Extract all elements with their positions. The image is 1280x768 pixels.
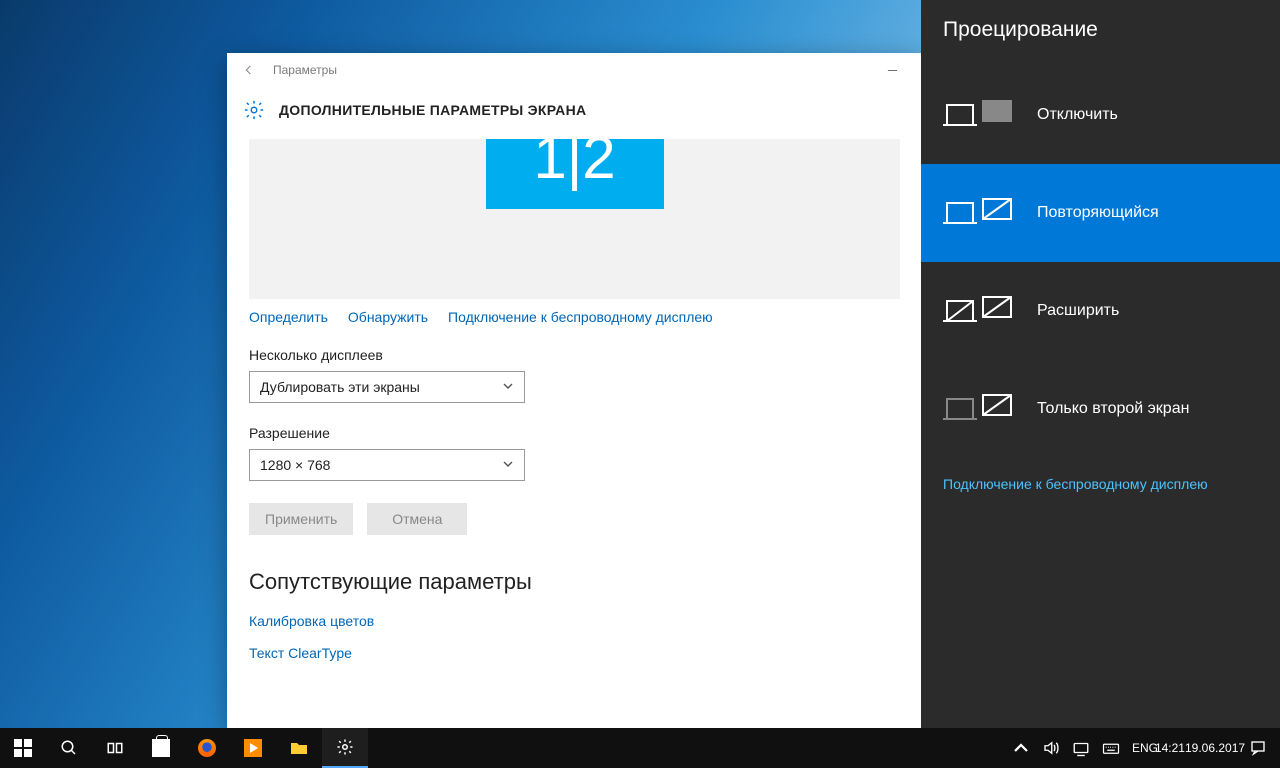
gear-icon xyxy=(243,99,265,121)
project-option-second-only[interactable]: Только второй экран xyxy=(921,360,1280,458)
action-center-icon[interactable] xyxy=(1236,728,1280,768)
file-explorer-app[interactable] xyxy=(276,728,322,768)
media-player-app[interactable] xyxy=(230,728,276,768)
apply-button[interactable]: Применить xyxy=(249,503,353,535)
tray-chevron-up-icon[interactable] xyxy=(1006,728,1036,768)
system-tray: ENG 14:21 19.06.2017 xyxy=(1006,728,1280,768)
firefox-icon xyxy=(198,739,216,757)
desktop: ∞ VIARUM Параметры ДОПОЛНИТЕЛЬНЫЕ ПАРАМЕ… xyxy=(0,0,1280,768)
multiple-displays-value: Дублировать эти экраны xyxy=(260,379,420,395)
firefox-app[interactable] xyxy=(184,728,230,768)
project-option-disconnect[interactable]: Отключить xyxy=(921,66,1280,164)
related-links: Калибровка цветов Текст ClearType xyxy=(249,613,900,661)
store-app[interactable] xyxy=(138,728,184,768)
cleartype-link[interactable]: Текст ClearType xyxy=(249,645,900,661)
resolution-label: Разрешение xyxy=(249,425,900,441)
titlebar: Параметры xyxy=(227,53,922,87)
multiple-displays-label: Несколько дисплеев xyxy=(249,347,900,363)
taskbar: ENG 14:21 19.06.2017 xyxy=(0,728,1280,768)
page-header: ДОПОЛНИТЕЛЬНЫЕ ПАРАМЕТРЫ ЭКРАНА xyxy=(227,87,922,139)
settings-app[interactable] xyxy=(322,728,368,768)
project-title: Проецирование xyxy=(921,0,1280,66)
display-action-links: Определить Обнаружить Подключение к бесп… xyxy=(249,309,900,325)
start-button[interactable] xyxy=(0,728,46,768)
task-view-button[interactable] xyxy=(92,728,138,768)
network-icon[interactable] xyxy=(1066,728,1096,768)
project-option-extend[interactable]: Расширить xyxy=(921,262,1280,360)
media-player-icon xyxy=(244,739,262,757)
search-button[interactable] xyxy=(46,728,92,768)
keyboard-icon[interactable] xyxy=(1096,728,1126,768)
back-button[interactable] xyxy=(235,56,263,84)
settings-window: Параметры ДОПОЛНИТЕЛЬНЫЕ ПАРАМЕТРЫ ЭКРАН… xyxy=(227,53,922,729)
resolution-value: 1280 × 768 xyxy=(260,457,330,473)
folder-icon xyxy=(290,739,308,757)
second-screen-only-icon xyxy=(943,385,1015,433)
detect-link[interactable]: Обнаружить xyxy=(348,309,428,325)
identify-link[interactable]: Определить xyxy=(249,309,328,325)
project-option-label: Расширить xyxy=(1037,302,1119,320)
page-title: ДОПОЛНИТЕЛЬНЫЕ ПАРАМЕТРЫ ЭКРАНА xyxy=(279,102,586,118)
wireless-display-link[interactable]: Подключение к беспроводному дисплею xyxy=(448,309,713,325)
apply-cancel-row: Применить Отмена xyxy=(249,503,900,535)
chevron-down-icon xyxy=(502,458,514,473)
resolution-select[interactable]: 1280 × 768 xyxy=(249,449,525,481)
clock[interactable]: 14:21 19.06.2017 xyxy=(1164,728,1236,768)
project-wireless-link[interactable]: Подключение к беспроводному дисплею xyxy=(921,458,1280,510)
display-preview[interactable]: 1|2 xyxy=(249,139,900,299)
volume-icon[interactable] xyxy=(1036,728,1066,768)
minimize-button[interactable] xyxy=(870,56,914,84)
cancel-button[interactable]: Отмена xyxy=(367,503,467,535)
chevron-down-icon xyxy=(502,380,514,395)
store-icon xyxy=(152,739,170,757)
multiple-displays-select[interactable]: Дублировать эти экраны xyxy=(249,371,525,403)
clock-time: 14:21 xyxy=(1155,741,1185,755)
extend-icon xyxy=(943,287,1015,335)
gear-icon xyxy=(336,738,354,756)
project-option-label: Повторяющийся xyxy=(1037,204,1159,222)
color-calibration-link[interactable]: Калибровка цветов xyxy=(249,613,900,629)
related-heading: Сопутствующие параметры xyxy=(249,569,900,595)
duplicate-icon xyxy=(943,189,1015,237)
display-preview-screen[interactable]: 1|2 xyxy=(486,139,664,209)
project-panel: Проецирование Отключить Повторяющийся xyxy=(921,0,1280,728)
project-option-label: Отключить xyxy=(1037,106,1118,124)
window-title: Параметры xyxy=(273,63,337,77)
project-option-duplicate[interactable]: Повторяющийся xyxy=(921,164,1280,262)
settings-content: 1|2 Определить Обнаружить Подключение к … xyxy=(227,139,922,697)
pc-screen-only-icon xyxy=(943,91,1015,139)
project-option-label: Только второй экран xyxy=(1037,400,1189,418)
